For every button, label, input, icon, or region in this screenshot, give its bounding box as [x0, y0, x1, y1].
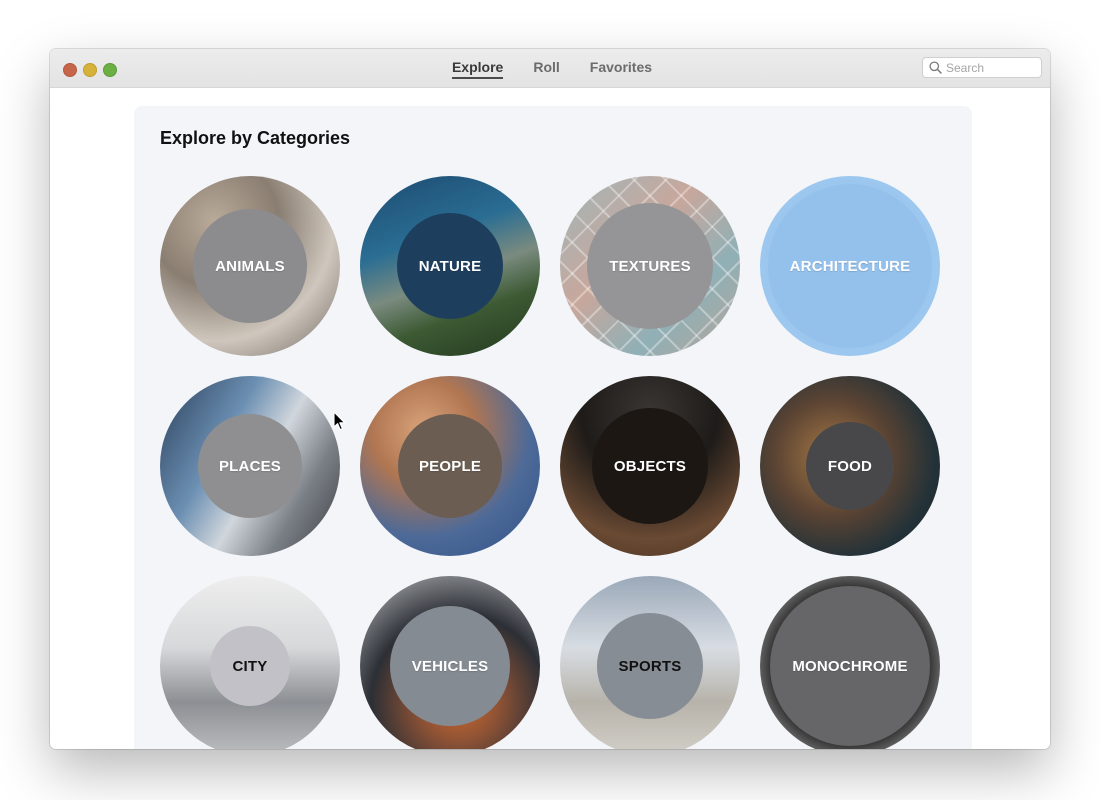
category-label: NATURE [418, 257, 482, 275]
category-label: PEOPLE [418, 457, 482, 475]
category-people[interactable]: PEOPLE [360, 376, 540, 556]
category-overlay: OBJECTS [592, 408, 708, 524]
categories-panel: Explore by Categories ANIMALS NATURE TEX… [134, 106, 972, 749]
app-window: Explore Roll Favorites Explore by Catego… [50, 49, 1050, 749]
category-overlay: ARCHITECTURE [768, 184, 932, 348]
tab-roll[interactable]: Roll [533, 49, 559, 85]
category-overlay: ANIMALS [193, 209, 307, 323]
category-overlay: TEXTURES [587, 203, 713, 329]
category-nature[interactable]: NATURE [360, 176, 540, 356]
category-city[interactable]: CITY [160, 576, 340, 749]
category-label: VEHICLES [411, 657, 489, 675]
category-textures[interactable]: TEXTURES [560, 176, 740, 356]
page-title: Explore by Categories [160, 128, 351, 148]
category-architecture[interactable]: ARCHITECTURE [760, 176, 940, 356]
main-content: Explore by Categories ANIMALS NATURE TEX… [50, 88, 1050, 749]
category-label: OBJECTS [613, 457, 687, 475]
category-overlay: MONOCHROME [770, 586, 930, 746]
tab-favorites[interactable]: Favorites [590, 49, 652, 85]
category-overlay: PEOPLE [398, 414, 502, 518]
tab-bar: Explore Roll Favorites [50, 49, 1050, 87]
category-label: TEXTURES [609, 257, 691, 275]
category-sports[interactable]: SPORTS [560, 576, 740, 749]
tab-explore[interactable]: Explore [451, 49, 504, 85]
category-label: MONOCHROME [792, 657, 908, 675]
category-label: PLACES [218, 457, 282, 475]
category-objects[interactable]: OBJECTS [560, 376, 740, 556]
category-places[interactable]: PLACES [160, 376, 340, 556]
search-field[interactable] [922, 57, 1042, 78]
category-overlay: NATURE [397, 213, 503, 319]
category-overlay: CITY [210, 626, 290, 706]
category-vehicles[interactable]: VEHICLES [360, 576, 540, 749]
category-overlay: VEHICLES [390, 606, 510, 726]
category-label: CITY [232, 657, 268, 675]
category-label: ARCHITECTURE [789, 257, 911, 275]
category-label: ANIMALS [215, 257, 285, 275]
category-monochrome[interactable]: MONOCHROME [760, 576, 940, 749]
category-animals[interactable]: ANIMALS [160, 176, 340, 356]
category-overlay: SPORTS [597, 613, 703, 719]
mouse-pointer-icon [333, 411, 346, 431]
category-label: FOOD [827, 457, 873, 475]
category-overlay: PLACES [198, 414, 302, 518]
category-overlay: FOOD [806, 422, 894, 510]
search-icon [929, 61, 942, 74]
search-input[interactable] [946, 59, 1036, 76]
category-food[interactable]: FOOD [760, 376, 940, 556]
category-label: SPORTS [618, 657, 682, 675]
title-bar: Explore Roll Favorites [50, 49, 1050, 88]
